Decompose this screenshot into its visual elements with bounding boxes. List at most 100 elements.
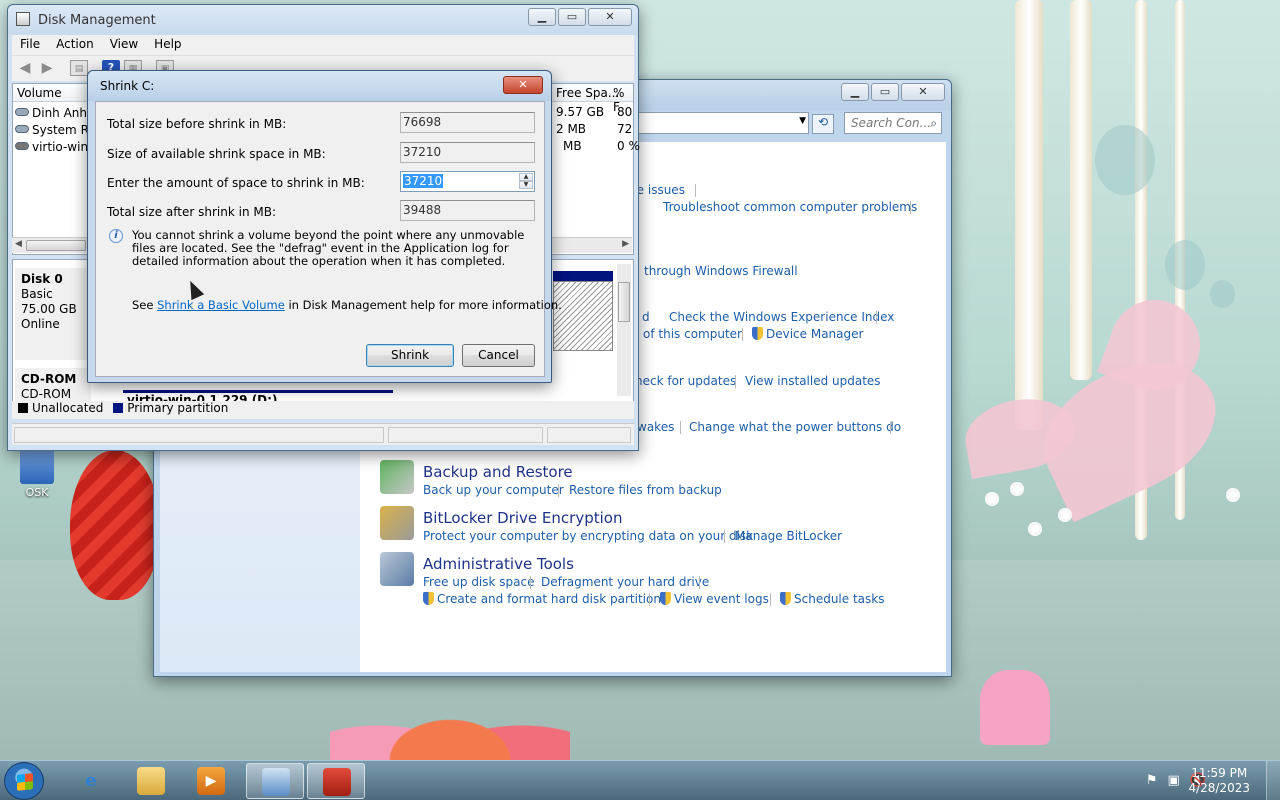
disk-management-icon bbox=[16, 12, 30, 26]
maximize-button[interactable]: ▭ bbox=[871, 83, 899, 101]
link-manage-bitlocker[interactable]: Manage BitLocker bbox=[735, 529, 842, 543]
link-power-buttons[interactable]: Change what the power buttons do bbox=[689, 420, 901, 434]
help-reference: See Shrink a Basic Volume in Disk Manage… bbox=[132, 298, 562, 312]
link-this-computer[interactable]: of this computer bbox=[643, 327, 742, 341]
cancel-button[interactable]: Cancel bbox=[462, 344, 535, 367]
disk0-label[interactable]: Disk 0 Basic 75.00 GB Online bbox=[15, 268, 91, 360]
scrollbar-thumb[interactable] bbox=[26, 240, 86, 251]
cdrom-type: CD-ROM bbox=[21, 387, 72, 401]
taskbar-windows-explorer[interactable] bbox=[122, 763, 180, 799]
scroll-left-icon[interactable]: ◀ bbox=[15, 239, 22, 249]
scrollbar-thumb[interactable] bbox=[618, 282, 630, 322]
clock[interactable]: 11:59 PM 4/28/2023 bbox=[1188, 766, 1250, 796]
separator bbox=[695, 184, 696, 197]
wallpaper-flower bbox=[1058, 508, 1072, 522]
scroll-right-icon[interactable]: ▶ bbox=[622, 239, 629, 249]
volume-pct: 80 bbox=[617, 105, 633, 119]
link-restore-files[interactable]: Restore files from backup bbox=[569, 483, 722, 497]
minimize-button[interactable]: ▁ bbox=[841, 83, 869, 101]
legend: Unallocated Primary partition bbox=[12, 401, 634, 419]
taskbar-control-panel[interactable] bbox=[246, 763, 304, 799]
column-free-space[interactable]: Free Spa... bbox=[556, 86, 619, 100]
search-placeholder: Search Con... bbox=[851, 116, 932, 130]
desktop-icon-osk[interactable]: OSK bbox=[10, 448, 64, 499]
network-icon[interactable]: ▣ bbox=[1168, 773, 1180, 788]
clock-date: 4/28/2023 bbox=[1188, 781, 1250, 795]
menu-view[interactable]: View bbox=[102, 35, 146, 55]
search-icon[interactable]: ⌕ bbox=[930, 116, 937, 131]
admin-tools-heading[interactable]: Administrative Tools bbox=[423, 555, 574, 573]
link-firewall[interactable]: through Windows Firewall bbox=[644, 264, 798, 278]
chevron-down-icon[interactable]: ▼ bbox=[799, 116, 806, 126]
osk-icon bbox=[20, 448, 54, 484]
create-partitions-label: Create and format hard disk partitions bbox=[437, 592, 668, 606]
menu-help[interactable]: Help bbox=[146, 35, 189, 55]
status-pane bbox=[388, 427, 543, 443]
label-shrink-amount: Enter the amount of space to shrink in M… bbox=[107, 176, 365, 190]
minimize-button[interactable]: ▁ bbox=[528, 8, 556, 26]
see-suffix: in Disk Management help for more informa… bbox=[288, 298, 562, 312]
refresh-button[interactable]: ⟲ bbox=[812, 114, 834, 134]
link-check-updates[interactable]: heck for updates bbox=[635, 374, 736, 388]
link-experience-index[interactable]: Check the Windows Experience Index bbox=[669, 310, 894, 324]
quantity-stepper[interactable]: ▲ ▼ bbox=[519, 173, 533, 190]
status-bar bbox=[12, 423, 634, 445]
show-desktop-button[interactable] bbox=[1266, 761, 1280, 801]
shrink-dialog-titlebar[interactable]: Shrink C: ✕ bbox=[88, 71, 551, 101]
link-backup-computer[interactable]: Back up your computer bbox=[423, 483, 564, 497]
backup-heading[interactable]: Backup and Restore bbox=[423, 463, 573, 481]
close-button[interactable]: ✕ bbox=[588, 8, 632, 26]
shield-icon bbox=[423, 592, 434, 605]
column-volume[interactable]: Volume bbox=[17, 86, 62, 100]
close-button[interactable]: ✕ bbox=[901, 83, 945, 101]
maximize-button[interactable]: ▭ bbox=[558, 8, 586, 26]
taskbar-media-player[interactable]: ▶ bbox=[182, 763, 240, 799]
separator bbox=[910, 201, 911, 214]
menu-file[interactable]: File bbox=[12, 35, 48, 55]
link-free-disk-space[interactable]: Free up disk space bbox=[423, 575, 535, 589]
start-button[interactable] bbox=[4, 762, 44, 800]
wallpaper-flower bbox=[1010, 482, 1024, 496]
shrink-amount-input[interactable]: 37210 ▲ ▼ bbox=[400, 171, 535, 192]
link-schedule-tasks[interactable]: Schedule tasks bbox=[780, 592, 884, 606]
taskbar: e ▶ ⚑ ▣ 🔇 11:59 PM 4/28/2023 bbox=[0, 760, 1280, 801]
legend-unallocated-swatch bbox=[18, 403, 28, 413]
taskbar-internet-explorer[interactable]: e bbox=[62, 763, 120, 799]
link-create-partitions[interactable]: Create and format hard disk partitions bbox=[423, 592, 667, 606]
link-wakes[interactable]: wakes bbox=[637, 420, 674, 434]
shrink-dialog[interactable]: Shrink C: ✕ Total size before shrink in … bbox=[87, 70, 562, 383]
bitlocker-heading[interactable]: BitLocker Drive Encryption bbox=[423, 509, 622, 527]
status-pane bbox=[547, 427, 631, 443]
separator bbox=[558, 484, 559, 497]
wallpaper-flower bbox=[985, 492, 999, 506]
forward-arrow-icon[interactable]: ▶ bbox=[38, 60, 56, 76]
partition-header-bar bbox=[553, 271, 613, 281]
link-event-logs[interactable]: View event logs bbox=[660, 592, 769, 606]
vertical-scrollbar[interactable] bbox=[617, 264, 631, 396]
shrink-basic-volume-link[interactable]: Shrink a Basic Volume bbox=[157, 298, 285, 312]
console-tree-icon[interactable]: ▤ bbox=[70, 60, 88, 76]
shrink-button[interactable]: Shrink bbox=[366, 344, 454, 367]
spin-up-icon[interactable]: ▲ bbox=[519, 173, 533, 181]
action-center-flag-icon[interactable]: ⚑ bbox=[1146, 773, 1158, 788]
link-device-manager[interactable]: Device Manager bbox=[752, 327, 863, 341]
link-troubleshoot[interactable]: Troubleshoot common computer problems bbox=[663, 200, 917, 214]
disk-management-titlebar[interactable]: Disk Management ▁ ▭ ✕ bbox=[8, 5, 638, 35]
search-input[interactable]: Search Con... ⌕ bbox=[844, 112, 942, 134]
menu-action[interactable]: Action bbox=[48, 35, 102, 55]
label-size-after: Total size after shrink in MB: bbox=[107, 205, 277, 219]
taskbar-computer-management[interactable] bbox=[307, 763, 365, 799]
device-manager-label: Device Manager bbox=[766, 327, 864, 341]
spin-down-icon[interactable]: ▼ bbox=[519, 181, 533, 189]
link-issues[interactable]: re issues bbox=[632, 183, 685, 197]
partition-selected-hatched[interactable] bbox=[553, 281, 613, 351]
close-button[interactable]: ✕ bbox=[503, 76, 543, 94]
separator bbox=[680, 421, 681, 434]
schedule-tasks-label: Schedule tasks bbox=[794, 592, 885, 606]
link-installed-updates[interactable]: View installed updates bbox=[745, 374, 881, 388]
link-protect-computer[interactable]: Protect your computer by encrypting data… bbox=[423, 529, 753, 543]
link-defragment[interactable]: Defragment your hard drive bbox=[541, 575, 709, 589]
size-before-field: 76698 bbox=[400, 112, 535, 133]
link-d[interactable]: d bbox=[642, 310, 650, 324]
back-arrow-icon[interactable]: ◀ bbox=[16, 60, 34, 76]
